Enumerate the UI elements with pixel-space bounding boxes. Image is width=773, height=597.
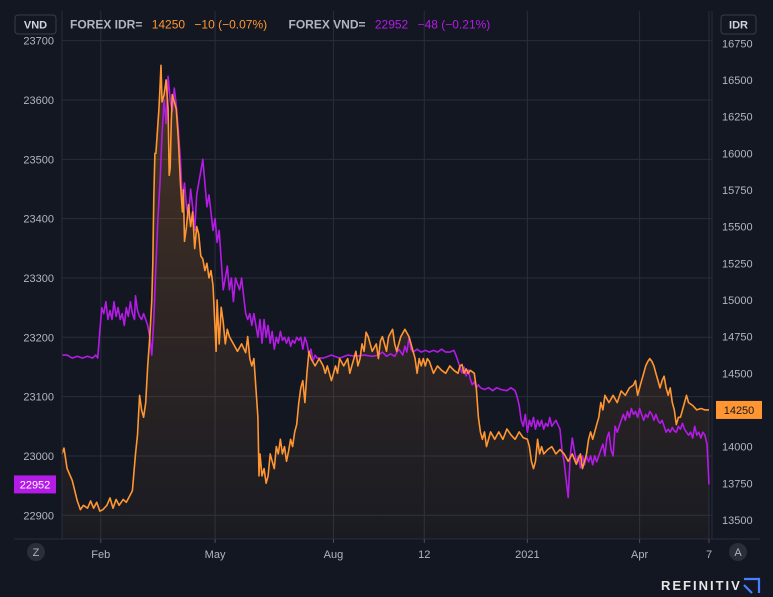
legend-idr-change: −10 (−0.07%) — [194, 18, 267, 32]
left-axis-button[interactable]: VND — [14, 14, 57, 35]
left-tick-label: 23000 — [23, 451, 54, 463]
x-tick-label: Feb — [91, 549, 110, 561]
forex-chart: 22900 23000 23100 23200 23300 23400 23500 23600… — [14, 11, 762, 561]
x-tick-label: Apr — [631, 549, 648, 561]
right-axis-button-label: IDR — [729, 20, 748, 32]
right-tick-label: 15250 — [722, 258, 753, 270]
right-tick-label: 15750 — [722, 185, 753, 197]
left-tick-label: 23200 — [23, 332, 54, 344]
zoom-button[interactable]: Z — [27, 543, 45, 561]
legend-vnd-change: −48 (−0.21%) — [418, 18, 491, 32]
legend-idr-last: 14250 — [152, 18, 186, 32]
right-tick-label: 16250 — [722, 112, 753, 124]
vnd-last-value-text: 22952 — [20, 479, 51, 491]
zoom-button-label: Z — [33, 547, 40, 559]
right-tick-label: 16750 — [722, 38, 753, 50]
auto-scale-button-label: A — [734, 547, 742, 559]
left-tick-label: 23500 — [23, 154, 54, 166]
right-tick-label: 16500 — [722, 75, 753, 87]
left-tick-label: 23100 — [23, 392, 54, 404]
right-tick-label: 13750 — [722, 478, 753, 490]
x-tick-label: Aug — [324, 549, 344, 561]
left-tick-label: 23700 — [23, 36, 54, 48]
legend-vnd-last: 22952 — [375, 18, 409, 32]
right-axis-button[interactable]: IDR — [720, 14, 757, 35]
refinitiv-logo-icon — [743, 577, 761, 594]
left-axis-ticks: 22900 23000 23100 23200 23300 23400 23500 23600… — [23, 36, 54, 523]
x-tick-label: May — [205, 549, 226, 561]
right-tick-label: 15500 — [722, 222, 753, 234]
x-tick-label: 12 — [418, 549, 430, 561]
right-tick-label: 13500 — [722, 515, 753, 527]
left-tick-label: 23400 — [23, 214, 54, 226]
right-tick-label: 14000 — [722, 442, 753, 454]
idr-last-value-label: 14250 — [716, 400, 762, 419]
right-tick-label: 14500 — [722, 368, 753, 380]
legend-vnd-name: FOREX VND= — [288, 18, 365, 32]
legend-idr-name: FOREX IDR= — [70, 18, 142, 32]
refinitiv-brand: REFINITIV — [661, 578, 742, 593]
right-tick-label: 15000 — [722, 295, 753, 307]
auto-scale-button[interactable]: A — [729, 543, 747, 561]
right-tick-label: 16000 — [722, 148, 753, 160]
vnd-last-value-label: 22952 — [14, 475, 56, 494]
right-axis-ticks: 13500 13750 14000 14250 14500 14750 15000 15250… — [722, 38, 753, 527]
right-tick-label: 14750 — [722, 332, 753, 344]
idr-last-value-text: 14250 — [724, 405, 755, 417]
x-tick-label: 7 — [706, 549, 712, 561]
x-axis-ticks: Feb May Aug 12 2021 Apr 7 — [91, 539, 712, 561]
x-tick-label: 2021 — [515, 549, 539, 561]
left-tick-label: 23600 — [23, 95, 54, 107]
left-tick-label: 22900 — [23, 510, 54, 522]
left-axis-button-label: VND — [24, 20, 47, 32]
left-tick-label: 23300 — [23, 273, 54, 285]
